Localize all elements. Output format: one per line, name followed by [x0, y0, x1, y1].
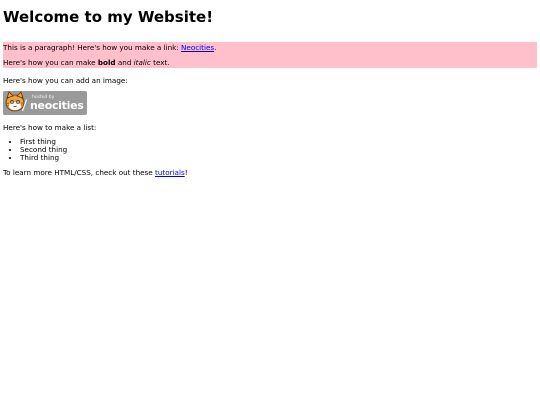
- page-title: Welcome to my Website!: [3, 8, 214, 26]
- intro-period: .: [214, 43, 217, 52]
- pink-highlight-block: This is a paragraph! Here's how you make…: [3, 42, 537, 68]
- hosted-by-neocities-badge[interactable]: hosted by neocities: [3, 91, 87, 115]
- tutorials-link[interactable]: tutorials: [155, 168, 185, 177]
- bold-text: bold: [97, 58, 116, 67]
- intro-text: This is a paragraph! Here's how you make…: [3, 43, 182, 52]
- image-intro-paragraph: Here's how you can add an image:: [3, 76, 128, 85]
- intro-paragraph: This is a paragraph! Here's how you make…: [3, 42, 537, 52]
- italic-text: italic: [133, 58, 151, 67]
- footer-text: To learn more HTML/CSS, check out these: [3, 168, 156, 177]
- list-intro-paragraph: Here's how to make a list:: [3, 123, 97, 132]
- list-item: Second thing: [20, 146, 537, 154]
- footer-exclamation: !: [184, 168, 188, 177]
- page: Welcome to my Website! This is a paragra…: [0, 0, 540, 177]
- formatting-paragraph: Here's how you can make bold and italic …: [3, 52, 537, 68]
- badge-neocities: neocities: [30, 99, 84, 112]
- badge-text: hosted by neocities: [29, 95, 84, 112]
- formatting-text-end: text.: [150, 58, 170, 67]
- formatting-text-start: Here's how you can make: [3, 58, 98, 67]
- neocities-link[interactable]: Neocities: [181, 43, 214, 52]
- list-item: Third thing: [20, 154, 537, 162]
- footer-paragraph: To learn more HTML/CSS, check out these …: [3, 168, 537, 177]
- list-item: First thing: [20, 138, 537, 146]
- neocities-cat-icon: [3, 91, 29, 115]
- example-list: First thing Second thing Third thing: [3, 138, 537, 162]
- formatting-text-mid: and: [115, 58, 134, 67]
